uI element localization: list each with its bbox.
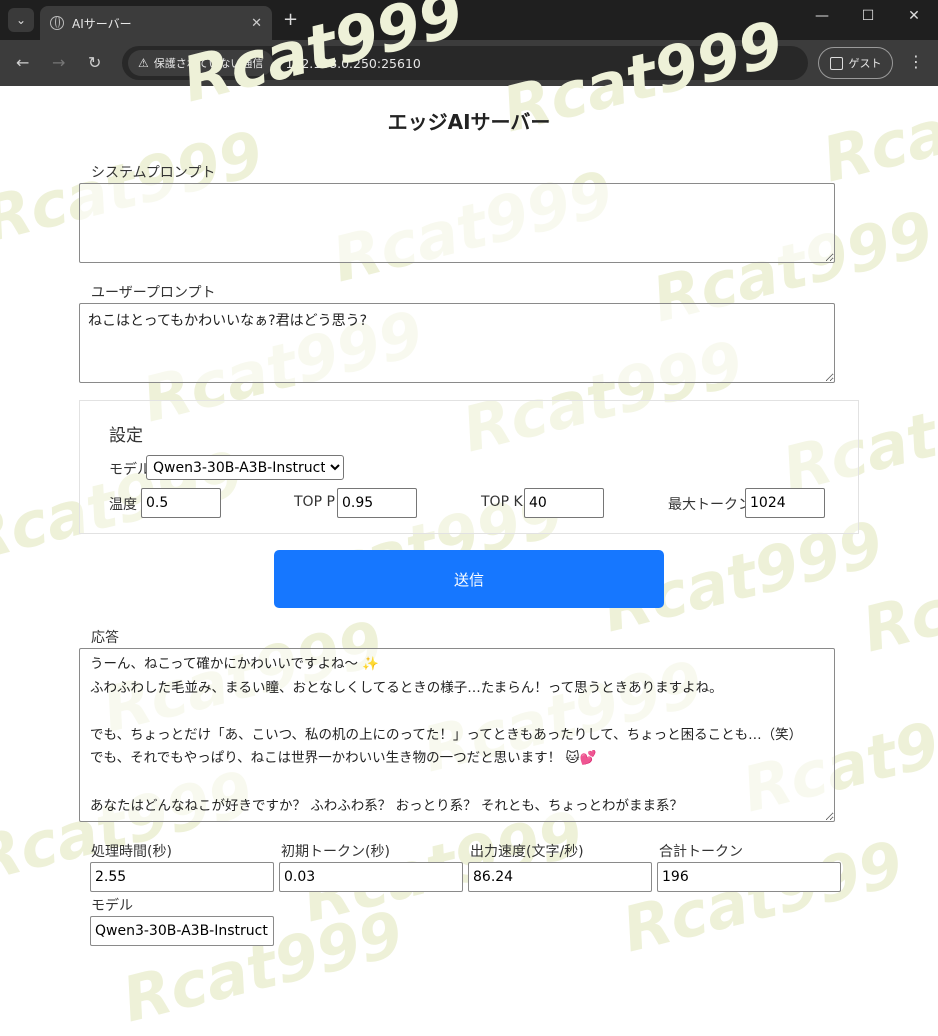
- processing-time-label: 処理時間(秒): [91, 844, 172, 860]
- system-prompt-field[interactable]: [79, 183, 835, 263]
- stats-model-input[interactable]: [90, 916, 274, 946]
- url-text[interactable]: 192.168.0.250:25610: [285, 56, 420, 71]
- top-k-input[interactable]: [524, 488, 604, 518]
- total-tokens-label: 合計トークン: [659, 844, 743, 860]
- model-select[interactable]: Qwen3-30B-A3B-Instruct: [146, 455, 344, 480]
- top-k-label: TOP K: [481, 494, 523, 510]
- model-label: モデル: [109, 462, 151, 478]
- address-bar[interactable]: ⚠ 保護されていない通信 192.168.0.250:25610: [122, 46, 808, 80]
- close-window-icon[interactable]: ✕: [904, 8, 924, 24]
- send-button[interactable]: 送信: [274, 550, 664, 608]
- browser-tab-bar: ⌄ AIサーバー ✕ + — ☐ ✕: [0, 0, 938, 40]
- minimize-icon[interactable]: —: [812, 8, 832, 24]
- response-field[interactable]: うーん、ねこって確かにかわいいですよね〜 ✨ ふわふわした毛並み、まるい瞳、おと…: [79, 648, 835, 822]
- globe-icon: [50, 16, 64, 30]
- settings-panel: 設定 モデル Qwen3-30B-A3B-Instruct 温度 TOP P T…: [79, 400, 859, 534]
- settings-title: 設定: [109, 426, 143, 446]
- page-content: エッジAIサーバー システムプロンプト ユーザープロンプト ねこはとってもかわい…: [0, 86, 938, 1000]
- chevron-down-icon: ⌄: [15, 13, 27, 27]
- security-chip[interactable]: ⚠ 保護されていない通信: [128, 50, 274, 76]
- output-speed-input[interactable]: [468, 862, 652, 892]
- tab-search-button[interactable]: ⌄: [8, 8, 34, 32]
- forward-icon[interactable]: →: [52, 53, 65, 72]
- new-tab-button[interactable]: +: [283, 9, 298, 30]
- security-label: 保護されていない通信: [153, 57, 264, 70]
- close-tab-icon[interactable]: ✕: [251, 16, 262, 31]
- response-label: 応答: [91, 630, 119, 646]
- more-menu-icon[interactable]: ⋮: [908, 52, 924, 71]
- temperature-input[interactable]: [141, 488, 221, 518]
- page-title: エッジAIサーバー: [387, 110, 551, 134]
- reload-icon[interactable]: ↻: [88, 53, 101, 72]
- person-icon: [829, 56, 843, 70]
- profile-label: ゲスト: [848, 57, 882, 70]
- first-token-input[interactable]: [279, 862, 463, 892]
- first-token-label: 初期トークン(秒): [281, 844, 390, 860]
- maximize-icon[interactable]: ☐: [858, 8, 878, 24]
- processing-time-input[interactable]: [90, 862, 274, 892]
- user-prompt-label: ユーザープロンプト: [91, 285, 216, 301]
- max-tokens-input[interactable]: [745, 488, 825, 518]
- temperature-label: 温度: [109, 497, 137, 513]
- tab-title: AIサーバー: [72, 16, 132, 31]
- warning-icon: ⚠: [138, 56, 149, 70]
- browser-tab[interactable]: AIサーバー ✕: [40, 6, 272, 40]
- system-prompt-label: システムプロンプト: [91, 165, 216, 181]
- top-p-label: TOP P: [294, 494, 335, 510]
- profile-button[interactable]: ゲスト: [818, 47, 893, 79]
- top-p-input[interactable]: [337, 488, 417, 518]
- output-speed-label: 出力速度(文字/秒): [470, 844, 584, 860]
- stats-model-label: モデル: [91, 898, 133, 914]
- user-prompt-field[interactable]: ねこはとってもかわいいなぁ?君はどう思う?: [79, 303, 835, 383]
- browser-toolbar: ← → ↻ ⚠ 保護されていない通信 192.168.0.250:25610 ゲ…: [0, 40, 938, 86]
- max-tokens-label: 最大トークン: [668, 497, 752, 513]
- total-tokens-input[interactable]: [657, 862, 841, 892]
- back-icon[interactable]: ←: [16, 53, 29, 72]
